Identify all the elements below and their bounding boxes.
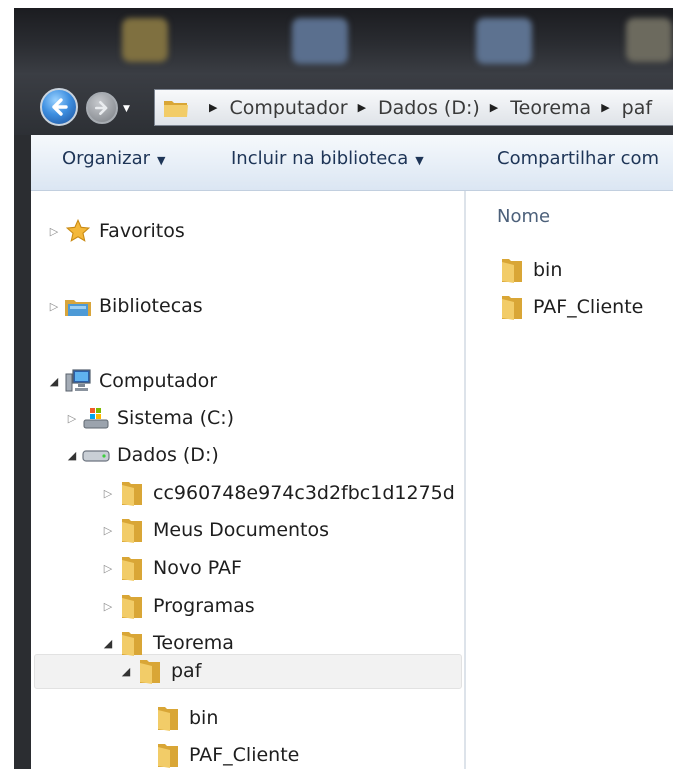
- tree-item-folder[interactable]: ▷ Meus Documentos: [99, 513, 329, 547]
- folder-icon: [497, 293, 527, 321]
- tree-item-bin[interactable]: bin: [153, 701, 218, 735]
- breadcrumb-paf[interactable]: paf: [622, 97, 652, 119]
- title-bar: [14, 8, 673, 73]
- breadcrumb-separator-icon[interactable]: ▶: [358, 101, 366, 114]
- tree-item-label: cc960748e974c3d2fbc1d1275d: [153, 482, 455, 504]
- system-drive-icon: [81, 404, 111, 432]
- tree-item-label: Bibliotecas: [99, 295, 203, 317]
- include-library-label: Incluir na biblioteca: [231, 148, 409, 169]
- breadcrumb-separator-icon[interactable]: ▶: [490, 101, 498, 114]
- tree-item-label: bin: [189, 707, 219, 729]
- tree-item-favoritos[interactable]: ▷ Favoritos: [45, 214, 185, 248]
- chevron-down-icon: ▼: [415, 154, 424, 167]
- folder-icon: [153, 741, 183, 769]
- tree-item-paf-selected[interactable]: ◢ paf: [117, 654, 201, 688]
- tree-item-computador[interactable]: ◢ Computador: [45, 364, 217, 398]
- star-icon: [63, 217, 93, 245]
- expand-arrow-icon[interactable]: ▷: [99, 562, 117, 575]
- tree-item-bibliotecas[interactable]: ▷ Bibliotecas: [45, 289, 203, 323]
- drive-icon: [81, 441, 111, 469]
- command-bar: Organizar ▼ Incluir na biblioteca ▼ Compar…: [31, 135, 673, 191]
- breadcrumb-separator-icon[interactable]: ▶: [209, 101, 217, 114]
- tree-item-label: Novo PAF: [153, 557, 242, 579]
- tree-item-folder[interactable]: ▷ Programas: [99, 589, 255, 623]
- folder-icon: [117, 592, 147, 620]
- tree-item-label: Favoritos: [99, 220, 185, 242]
- arrow-left-icon: [52, 98, 68, 116]
- tree-item-folder[interactable]: ▷ Novo PAF: [99, 551, 242, 585]
- tree-item-label: PAF_Cliente: [189, 744, 300, 766]
- tree-item-dados[interactable]: ◢ Dados (D:): [63, 438, 219, 472]
- breadcrumb-separator-icon[interactable]: ▶: [601, 101, 609, 114]
- folder-icon: [497, 256, 527, 284]
- blurred-desktop-icon: [292, 18, 348, 64]
- folder-icon: [153, 704, 183, 732]
- libraries-icon: [63, 292, 93, 320]
- collapse-arrow-icon[interactable]: ◢: [99, 637, 117, 650]
- expand-arrow-icon[interactable]: ▷: [63, 412, 81, 425]
- share-label: Compartilhar com: [497, 148, 660, 169]
- list-item-label: PAF_Cliente: [533, 296, 644, 318]
- explorer-window: ▼ ▶ Computador ▶ Dados (D:) ▶ Teorema ▶ …: [14, 8, 673, 769]
- expand-arrow-icon[interactable]: ▷: [45, 225, 63, 238]
- tree-item-sistema[interactable]: ▷ Sistema (C:): [63, 401, 234, 435]
- tree-item-label: paf: [171, 660, 202, 682]
- breadcrumb-dados[interactable]: Dados (D:): [378, 97, 480, 119]
- breadcrumb-computador[interactable]: Computador: [229, 97, 347, 119]
- arrow-right-icon: [94, 100, 108, 116]
- forward-button[interactable]: [86, 92, 118, 124]
- expand-arrow-icon[interactable]: ▷: [99, 487, 117, 500]
- list-item[interactable]: bin: [497, 255, 562, 285]
- tree-item-label: Computador: [99, 370, 218, 392]
- folder-icon: [117, 554, 147, 582]
- navigation-row: ▼ ▶ Computador ▶ Dados (D:) ▶ Teorema ▶ …: [14, 73, 673, 135]
- share-with-button[interactable]: Compartilhar com: [497, 148, 659, 169]
- folder-icon: [117, 479, 147, 507]
- tree-item-paf-cliente[interactable]: PAF_Cliente: [153, 738, 299, 769]
- computer-icon: [63, 367, 93, 395]
- folder-open-icon: [135, 657, 165, 685]
- breadcrumb-teorema[interactable]: Teorema: [510, 97, 591, 119]
- tree-item-label: Meus Documentos: [153, 519, 330, 541]
- blurred-desktop-icon: [122, 18, 168, 62]
- chevron-down-icon: ▼: [157, 154, 166, 167]
- expand-arrow-icon[interactable]: ▷: [99, 600, 117, 613]
- collapse-arrow-icon[interactable]: ◢: [45, 375, 63, 388]
- expand-arrow-icon[interactable]: ▷: [99, 524, 117, 537]
- breadcrumb: ▶ Computador ▶ Dados (D:) ▶ Teorema ▶ pa…: [199, 90, 652, 125]
- address-bar[interactable]: ▶ Computador ▶ Dados (D:) ▶ Teorema ▶ pa…: [154, 89, 673, 126]
- organize-button[interactable]: Organizar ▼: [62, 148, 165, 169]
- collapse-arrow-icon[interactable]: ◢: [63, 449, 81, 462]
- column-header-name[interactable]: Nome: [497, 206, 550, 227]
- list-item-label: bin: [533, 259, 563, 281]
- tree-item-folder[interactable]: ▷ cc960748e974c3d2fbc1d1275d: [99, 476, 455, 510]
- collapse-arrow-icon[interactable]: ◢: [117, 665, 135, 678]
- tree-item-label: Sistema (C:): [117, 407, 235, 429]
- expand-arrow-icon[interactable]: ▷: [45, 300, 63, 313]
- recent-pages-dropdown-icon[interactable]: ▼: [123, 104, 130, 114]
- blurred-desktop-icon: [626, 18, 672, 62]
- tree-item-label: Programas: [153, 595, 255, 617]
- folder-icon: [117, 516, 147, 544]
- tree-item-label: Dados (D:): [117, 444, 219, 466]
- folder-open-icon: [117, 629, 147, 657]
- organize-label: Organizar: [62, 148, 150, 169]
- list-item[interactable]: PAF_Cliente: [497, 292, 643, 322]
- folder-icon: [163, 97, 189, 123]
- navigation-pane: ▷ Favoritos ▷ Bibliotecas ◢ Computador ▷…: [31, 191, 464, 769]
- tree-item-label: Teorema: [153, 632, 234, 654]
- back-button[interactable]: [40, 88, 78, 126]
- file-list: Nome bin PAF_Cliente: [466, 191, 673, 769]
- blurred-desktop-icon: [476, 18, 532, 64]
- include-in-library-button[interactable]: Incluir na biblioteca ▼: [231, 148, 424, 169]
